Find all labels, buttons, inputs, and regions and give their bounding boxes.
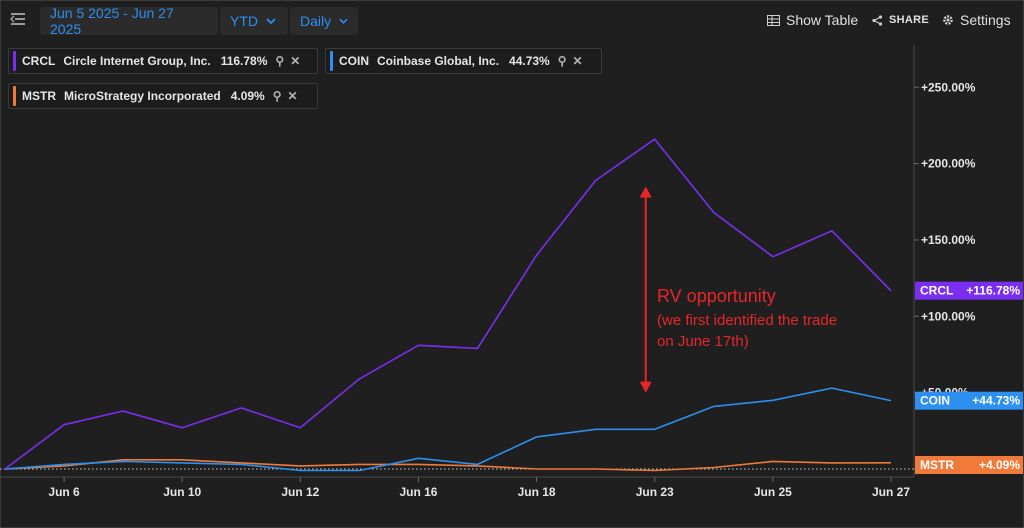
end-tag-value: +116.78% [966, 284, 1020, 298]
x-tick-label: Jun 25 [754, 485, 792, 499]
x-tick-label: Jun 10 [163, 485, 201, 499]
x-tick-label: Jun 18 [518, 485, 556, 499]
x-tick-label: Jun 27 [872, 485, 910, 499]
y-tick-label: +250.00% [921, 80, 976, 94]
end-tag-value: +4.09% [979, 458, 1020, 472]
x-tick-label: Jun 6 [48, 485, 80, 499]
annotation-arrow-head-down [639, 381, 652, 393]
x-tick-label: Jun 12 [281, 485, 319, 499]
annotation-title: RV opportunity [657, 286, 776, 306]
y-tick-label: +200.00% [921, 157, 976, 171]
annotation: RV opportunity (we first identified the … [657, 286, 847, 352]
y-tick-label: +100.00% [921, 309, 976, 323]
end-tag-symbol: CRCL [920, 284, 953, 298]
annotation-arrow-head-up [639, 186, 652, 198]
x-tick-label: Jun 16 [399, 485, 437, 499]
line-chart: +250.00%+200.00%+150.00%+100.00%+50.00%+… [0, 45, 1023, 499]
end-tag-symbol: MSTR [920, 458, 954, 472]
y-tick-label: +150.00% [921, 233, 976, 247]
series-line-coin [4, 387, 892, 472]
x-tick-label: Jun 23 [636, 485, 674, 499]
end-tag-symbol: COIN [920, 394, 950, 408]
end-tag-value: +44.73% [972, 394, 1020, 408]
annotation-note: (we first identified the trade on June 1… [657, 312, 838, 350]
